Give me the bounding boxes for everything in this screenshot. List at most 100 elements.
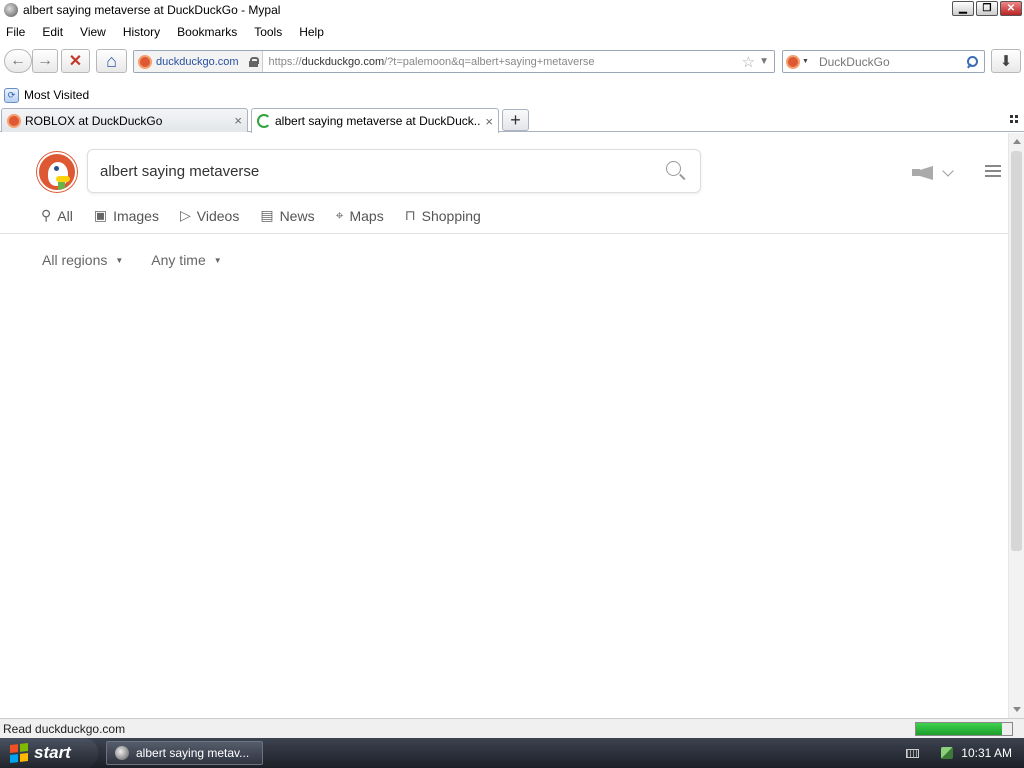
url-text[interactable]: https://duckduckgo.com/?t=palemoon&q=alb… <box>263 56 742 68</box>
play-icon: ▷ <box>179 207 191 223</box>
tab-albert-saying-metaverse[interactable]: albert saying metaverse at DuckDuck... × <box>251 108 499 133</box>
menu-history[interactable]: History <box>121 25 162 39</box>
time-filter-label: Any time <box>151 252 206 268</box>
bookmarks-toolbar: ⟳ Most Visited <box>0 84 1024 106</box>
menu-bookmarks[interactable]: Bookmarks <box>175 25 239 39</box>
menu-file[interactable]: File <box>4 25 27 39</box>
scroll-up-icon[interactable] <box>1013 139 1021 144</box>
shopping-bag-icon: ⊓ <box>404 207 416 223</box>
home-button[interactable]: ⌂ <box>96 49 127 73</box>
divider <box>0 233 1008 234</box>
search-icon[interactable] <box>666 161 686 181</box>
back-button[interactable]: ← <box>4 49 32 73</box>
mypal-app-icon <box>115 746 129 760</box>
url-scheme: https:// <box>268 55 302 68</box>
tab-close-icon[interactable]: × <box>234 113 242 128</box>
logo-duck-tie <box>58 182 65 190</box>
duckduckgo-favicon-icon <box>138 54 152 69</box>
taskbar-item-label: albert saying metav... <box>136 746 250 760</box>
newspaper-icon: ▤ <box>260 207 274 223</box>
most-visited-label: Most Visited <box>24 88 90 102</box>
downloads-button[interactable]: ⬇ <box>991 49 1021 73</box>
page-content: albert saying metaverse ⚲ All ▣ Images ▷ Vi… <box>0 133 1008 718</box>
search-verticals: ⚲ All ▣ Images ▷ Videos ▤ News ⌖ Maps ⊓ Shoppi… <box>41 207 502 224</box>
tab-maps[interactable]: ⌖ Maps <box>336 207 384 224</box>
network-icon[interactable] <box>941 747 954 759</box>
map-pin-icon: ⌖ <box>335 207 344 223</box>
most-visited-bookmark[interactable]: ⟳ Most Visited <box>4 87 90 103</box>
back-arrow-icon: ← <box>10 52 26 69</box>
tab-favicon-icon <box>7 113 21 128</box>
search-engine-selector[interactable]: ▼ <box>786 54 809 69</box>
address-bar[interactable]: duckduckgo.com https://duckduckgo.com/?t… <box>133 50 775 73</box>
navigation-toolbar: ← → ✕ ⌂ duckduckgo.com https://duckduckg… <box>0 45 1024 77</box>
keyboard-icon[interactable] <box>906 748 920 758</box>
tab-images-label: Images <box>113 207 159 224</box>
most-visited-icon: ⟳ <box>4 87 19 103</box>
menu-tools[interactable]: Tools <box>252 25 284 39</box>
lock-icon <box>248 56 259 67</box>
maximize-button[interactable]: ❐ <box>976 1 998 16</box>
site-identity-button[interactable]: duckduckgo.com <box>134 51 263 72</box>
tab-news[interactable]: ▤ News <box>260 207 314 224</box>
forward-button[interactable]: → <box>32 49 58 73</box>
page-load-progress <box>915 722 1013 736</box>
tab-images[interactable]: ▣ Images <box>94 207 159 224</box>
caret-down-icon: ▼ <box>213 255 222 265</box>
window-controls: ▁ ❐ ✕ <box>952 1 1022 16</box>
url-path: /?t=palemoon&q=albert+saying+metaverse <box>384 55 595 68</box>
list-all-tabs-icon[interactable] <box>1010 115 1018 123</box>
search-bar[interactable]: ▼ DuckDuckGo <box>782 50 985 73</box>
start-label: start <box>34 743 71 762</box>
bookmark-star-icon[interactable]: ☆ <box>742 53 755 71</box>
new-tab-button[interactable]: + <box>502 109 529 131</box>
chevron-down-icon[interactable] <box>942 165 954 177</box>
windows-logo-icon <box>10 743 28 763</box>
home-icon: ⌂ <box>106 50 117 71</box>
image-icon: ▣ <box>93 207 108 223</box>
time-filter-dropdown[interactable]: Any time ▼ <box>151 252 221 268</box>
vertical-scrollbar[interactable] <box>1008 133 1024 718</box>
menu-help[interactable]: Help <box>297 25 326 39</box>
scroll-down-icon[interactable] <box>1013 707 1021 712</box>
start-button[interactable]: start <box>0 738 98 768</box>
status-text: Read duckduckgo.com <box>3 721 126 736</box>
system-tray: 10:31 AM <box>894 738 1024 768</box>
menu-edit[interactable]: Edit <box>40 25 65 39</box>
caret-down-icon: ▼ <box>115 255 124 265</box>
megaphone-icon[interactable] <box>912 166 938 180</box>
minimize-button[interactable]: ▁ <box>952 1 974 16</box>
progress-fill <box>916 723 1003 735</box>
engine-dropdown-icon: ▼ <box>802 58 809 65</box>
menu-bar: File Edit View History Bookmarks Tools H… <box>0 21 1024 42</box>
search-input[interactable]: albert saying metaverse <box>87 149 701 193</box>
tab-maps-label: Maps <box>349 207 384 224</box>
search-icon: ⚲ <box>41 207 52 223</box>
menu-hamburger-icon[interactable] <box>985 165 1001 178</box>
window-title: albert saying metaverse at DuckDuckGo - … <box>23 3 281 17</box>
scroll-thumb[interactable] <box>1011 151 1022 551</box>
search-go-icon[interactable] <box>966 55 978 68</box>
close-button[interactable]: ✕ <box>1000 1 1022 16</box>
forward-arrow-icon: → <box>37 52 53 69</box>
duckduckgo-logo[interactable] <box>37 152 77 192</box>
download-icon: ⬇ <box>999 53 1013 70</box>
tab-label: albert saying metaverse at DuckDuck... <box>275 114 482 128</box>
stop-button[interactable]: ✕ <box>61 49 90 73</box>
menu-view[interactable]: View <box>78 25 108 39</box>
mypal-app-icon <box>4 3 18 17</box>
tab-shopping[interactable]: ⊓ Shopping <box>405 207 481 224</box>
url-history-dropdown-icon[interactable]: ▼ <box>759 56 769 67</box>
taskbar-item-browser[interactable]: albert saying metav... <box>106 741 263 765</box>
region-filter-dropdown[interactable]: All regions ▼ <box>42 252 123 268</box>
search-bar-placeholder: DuckDuckGo <box>818 54 890 69</box>
clock[interactable]: 10:31 AM <box>961 746 1012 760</box>
tab-roblox[interactable]: ROBLOX at DuckDuckGo × <box>1 108 248 132</box>
search-query-text[interactable]: albert saying metaverse <box>100 163 666 180</box>
tab-strip: ROBLOX at DuckDuckGo × albert saying met… <box>0 108 1024 133</box>
search-filters: All regions ▼ Any time ▼ <box>42 252 250 268</box>
tab-videos[interactable]: ▷ Videos <box>180 207 239 224</box>
tab-all[interactable]: ⚲ All <box>41 207 73 224</box>
search-engine-icon <box>786 54 800 69</box>
tab-close-icon[interactable]: × <box>485 114 493 129</box>
